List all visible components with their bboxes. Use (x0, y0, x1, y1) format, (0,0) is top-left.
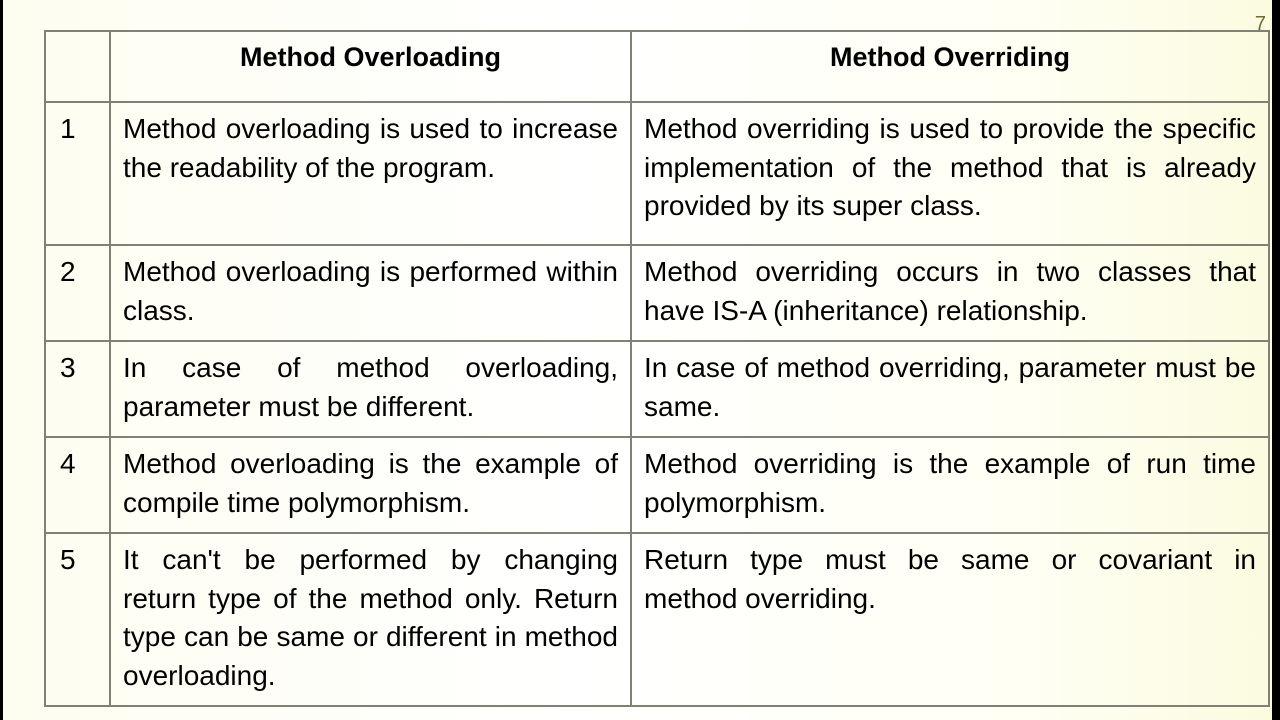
overriding-cell: In case of method overriding, parameter … (630, 340, 1270, 438)
row-number: 4 (44, 436, 111, 534)
overriding-cell: Method overriding is the example of run … (630, 436, 1270, 534)
row-number: 3 (44, 340, 111, 438)
comparison-table: Method Overloading Method Overriding 1 M… (44, 30, 1270, 707)
table-row: 2 Method overloading is performed within… (44, 244, 1270, 342)
table-row: 5 It can't be performed by changing retu… (44, 532, 1270, 707)
overloading-cell: Method overloading is the example of com… (109, 436, 632, 534)
header-number (44, 30, 111, 103)
overriding-cell: Method overriding occurs in two classes … (630, 244, 1270, 342)
overloading-cell: In case of method overloading, parameter… (109, 340, 632, 438)
row-number: 1 (44, 101, 111, 246)
overriding-cell: Method overriding is used to provide the… (630, 101, 1270, 246)
slide: 7 Method Overloading Method Overriding 1… (3, 0, 1272, 720)
header-row: Method Overloading Method Overriding (44, 30, 1270, 103)
overriding-cell: Return type must be same or covariant in… (630, 532, 1270, 707)
overloading-cell: It can't be performed by changing return… (109, 532, 632, 707)
header-method-overriding: Method Overriding (630, 30, 1270, 103)
header-method-overloading: Method Overloading (109, 30, 632, 103)
row-number: 2 (44, 244, 111, 342)
table-row: 4 Method overloading is the example of c… (44, 436, 1270, 534)
table-row: 1 Method overloading is used to increase… (44, 101, 1270, 246)
table-row: 3 In case of method overloading, paramet… (44, 340, 1270, 438)
row-number: 5 (44, 532, 111, 707)
overloading-cell: Method overloading is used to increase t… (109, 101, 632, 246)
overloading-cell: Method overloading is performed within c… (109, 244, 632, 342)
